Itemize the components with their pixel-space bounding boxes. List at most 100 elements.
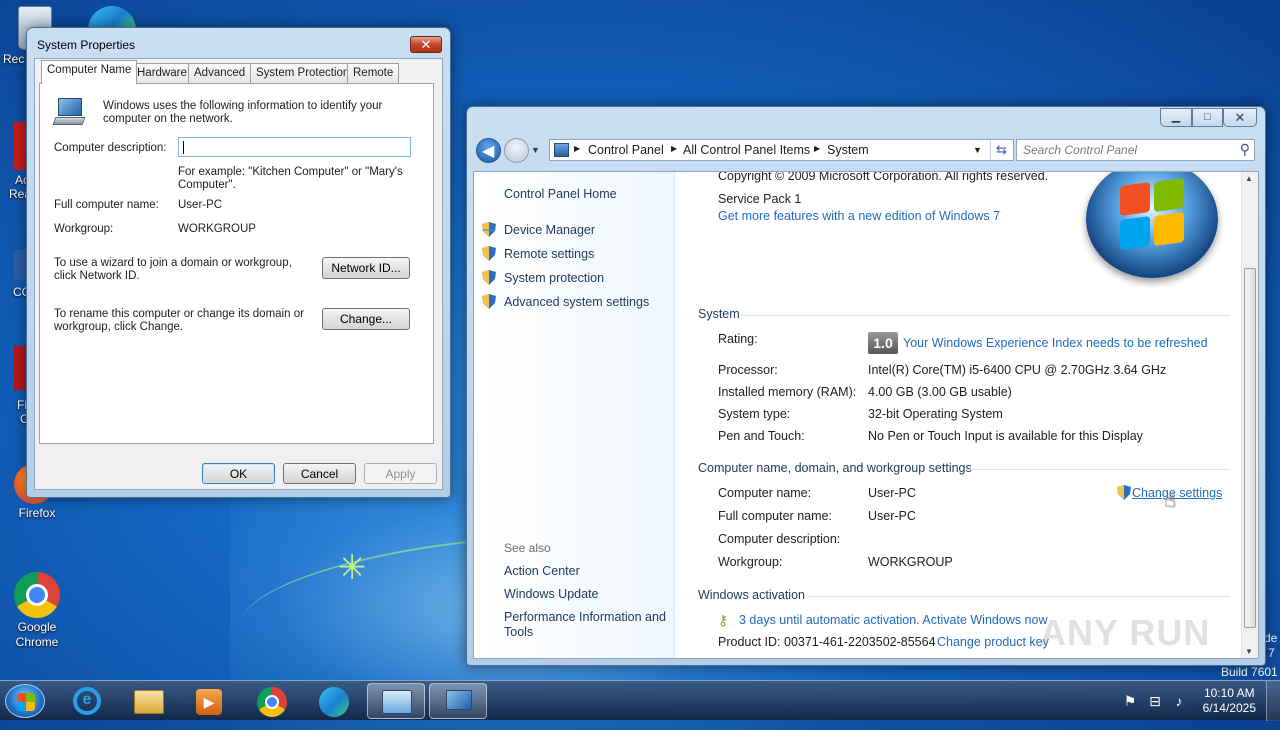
taskbar-microsoft-edge[interactable]	[305, 683, 363, 719]
search-input-placeholder[interactable]: Search Control Panel	[1023, 143, 1137, 157]
example-text: For example: "Kitchen Computer" or "Mary…	[178, 166, 403, 191]
processor-label: Processor:	[718, 363, 778, 377]
os-build-text: Build 7601	[1221, 665, 1278, 679]
breadcrumb-separator-icon: ▶	[671, 144, 678, 153]
workgroup-label: Workgroup:	[718, 555, 783, 569]
change-product-key-link[interactable]: Change product key	[937, 635, 1049, 649]
breadcrumb-control-panel[interactable]: Control Panel	[588, 143, 664, 157]
control-panel-window[interactable]: ▁ □ ✕ ◀ ▼ ▶ Control Panel ▶ All Control …	[466, 106, 1266, 666]
navigation-bar: ◀ ▼ ▶ Control Panel ▶ All Control Panel …	[473, 137, 1259, 167]
change-button[interactable]: Change...	[322, 308, 410, 330]
show-desktop-button[interactable]	[1266, 681, 1280, 721]
computer-description-input[interactable]	[178, 137, 411, 157]
address-dropdown-icon[interactable]: ▼	[973, 145, 982, 155]
more-features-link[interactable]: Get more features with a new edition of …	[718, 209, 1000, 223]
intro-text: Windows uses the following information t…	[103, 100, 383, 125]
computer-icon	[52, 98, 86, 126]
system-properties-dialog[interactable]: System Properties ✕ Computer Name Hardwa…	[26, 27, 451, 498]
scroll-down-icon[interactable]: ▼	[1245, 647, 1253, 656]
control-panel-titlebar[interactable]	[467, 107, 1265, 137]
tab-system-protection[interactable]: System Protection	[250, 63, 356, 83]
action-center-flag-icon[interactable]: ⚑	[1122, 693, 1138, 709]
device-manager-link[interactable]: Device Manager	[504, 223, 595, 237]
remote-settings-link[interactable]: Remote settings	[504, 247, 594, 261]
taskbar-system-properties[interactable]	[429, 683, 487, 719]
back-button[interactable]: ◀	[476, 138, 501, 163]
breadcrumb-separator-icon: ▶	[574, 144, 581, 153]
address-bar[interactable]: ▶ Control Panel ▶ All Control Panel Item…	[549, 139, 1014, 161]
taskbar-windows-explorer[interactable]	[120, 683, 178, 719]
full-computer-name-value: User-PC	[178, 199, 223, 211]
windows-logo	[1086, 172, 1218, 278]
scroll-thumb[interactable]	[1244, 268, 1256, 628]
advanced-system-settings-link[interactable]: Advanced system settings	[504, 295, 649, 309]
minimize-button[interactable]: ▁	[1160, 108, 1192, 127]
media-player-icon: ▶	[196, 689, 222, 715]
network-id-button[interactable]: Network ID...	[322, 257, 410, 279]
refresh-icon[interactable]: ⇆	[990, 140, 1012, 160]
pen-touch-value: No Pen or Touch Input is available for t…	[868, 429, 1143, 443]
shield-icon	[482, 270, 496, 285]
dialog-client-area: Computer Name Hardware Advanced System P…	[34, 58, 443, 490]
os-version-text: de	[1264, 631, 1278, 645]
shield-icon	[482, 246, 496, 261]
rating-label: Rating:	[718, 332, 758, 346]
wizard-text: To use a wizard to join a domain or work…	[54, 257, 292, 282]
memory-label: Installed memory (RAM):	[718, 385, 857, 399]
internet-explorer-icon: e	[73, 687, 101, 715]
close-button[interactable]: ✕	[1223, 108, 1257, 127]
product-id-text: Product ID: 00371-461-2203502-85564	[718, 635, 936, 649]
experience-index-link[interactable]: Your Windows Experience Index needs to b…	[903, 336, 1208, 350]
cancel-button[interactable]: Cancel	[283, 463, 356, 484]
tab-hardware[interactable]: Hardware	[131, 63, 193, 83]
system-protection-link[interactable]: System protection	[504, 271, 604, 285]
taskbar: e ▶ ⚑ ⊟ ♪ 10:10 AM 6/14/2025	[0, 680, 1280, 721]
windows-update-link[interactable]: Windows Update	[504, 587, 599, 601]
taskbar-media-player[interactable]: ▶	[180, 683, 238, 719]
desktop-icon-google-chrome[interactable]: Google Chrome	[0, 572, 74, 650]
search-icon[interactable]: ⚲	[1240, 141, 1250, 158]
processor-value: Intel(R) Core(TM) i5-6400 CPU @ 2.70GHz …	[868, 363, 1167, 377]
breadcrumb-system[interactable]: System	[827, 143, 869, 157]
maximize-button[interactable]: □	[1192, 108, 1223, 127]
experience-index-badge[interactable]: 1.0	[868, 332, 898, 354]
forward-button[interactable]	[504, 138, 529, 163]
activate-windows-link[interactable]: 3 days until automatic activation. Activ…	[739, 613, 1047, 627]
full-computer-name-value: User-PC	[868, 509, 916, 523]
close-button[interactable]: ✕	[410, 36, 442, 53]
system-type-label: System type:	[718, 407, 791, 421]
folder-icon	[134, 690, 164, 714]
search-box[interactable]: Search Control Panel ⚲	[1016, 139, 1255, 161]
taskbar-google-chrome[interactable]	[243, 683, 301, 719]
breadcrumb-all-items[interactable]: All Control Panel Items	[683, 143, 810, 157]
tab-remote[interactable]: Remote	[347, 63, 400, 83]
recent-pages-dropdown-icon[interactable]: ▼	[531, 145, 540, 155]
system-type-value: 32-bit Operating System	[868, 407, 1003, 421]
os-version-text: 7	[1268, 646, 1275, 660]
system-clock[interactable]: 10:10 AM 6/14/2025	[1203, 686, 1256, 716]
vertical-scrollbar[interactable]: ▲ ▼	[1241, 172, 1258, 658]
shield-icon	[482, 222, 496, 237]
control-panel-home-link[interactable]: Control Panel Home	[504, 187, 617, 201]
scroll-up-icon[interactable]: ▲	[1245, 174, 1253, 183]
mouse-cursor-icon: ☝	[1164, 490, 1177, 512]
memory-value: 4.00 GB (3.00 GB usable)	[868, 385, 1012, 399]
see-also-header: See also	[504, 541, 551, 555]
action-center-link[interactable]: Action Center	[504, 564, 580, 578]
network-icon[interactable]: ⊟	[1147, 693, 1163, 709]
tab-advanced[interactable]: Advanced	[188, 63, 252, 83]
clock-date: 6/14/2025	[1202, 701, 1256, 715]
volume-icon[interactable]: ♪	[1171, 693, 1187, 709]
start-button[interactable]	[5, 684, 45, 718]
section-divider	[966, 469, 1230, 470]
performance-information-link[interactable]: Performance Information and Tools	[504, 610, 669, 640]
ok-button[interactable]: OK	[202, 463, 275, 484]
taskbar-control-panel[interactable]	[367, 683, 425, 719]
tab-computer-name[interactable]: Computer Name	[41, 60, 138, 84]
computer-name-section-header: Computer name, domain, and workgroup set…	[698, 461, 972, 475]
section-divider	[742, 315, 1230, 316]
windows-flag-icon	[17, 693, 35, 711]
taskbar-internet-explorer[interactable]: e	[58, 683, 116, 719]
control-panel-icon	[554, 143, 569, 157]
change-settings-link[interactable]: Change settings	[1132, 486, 1222, 500]
